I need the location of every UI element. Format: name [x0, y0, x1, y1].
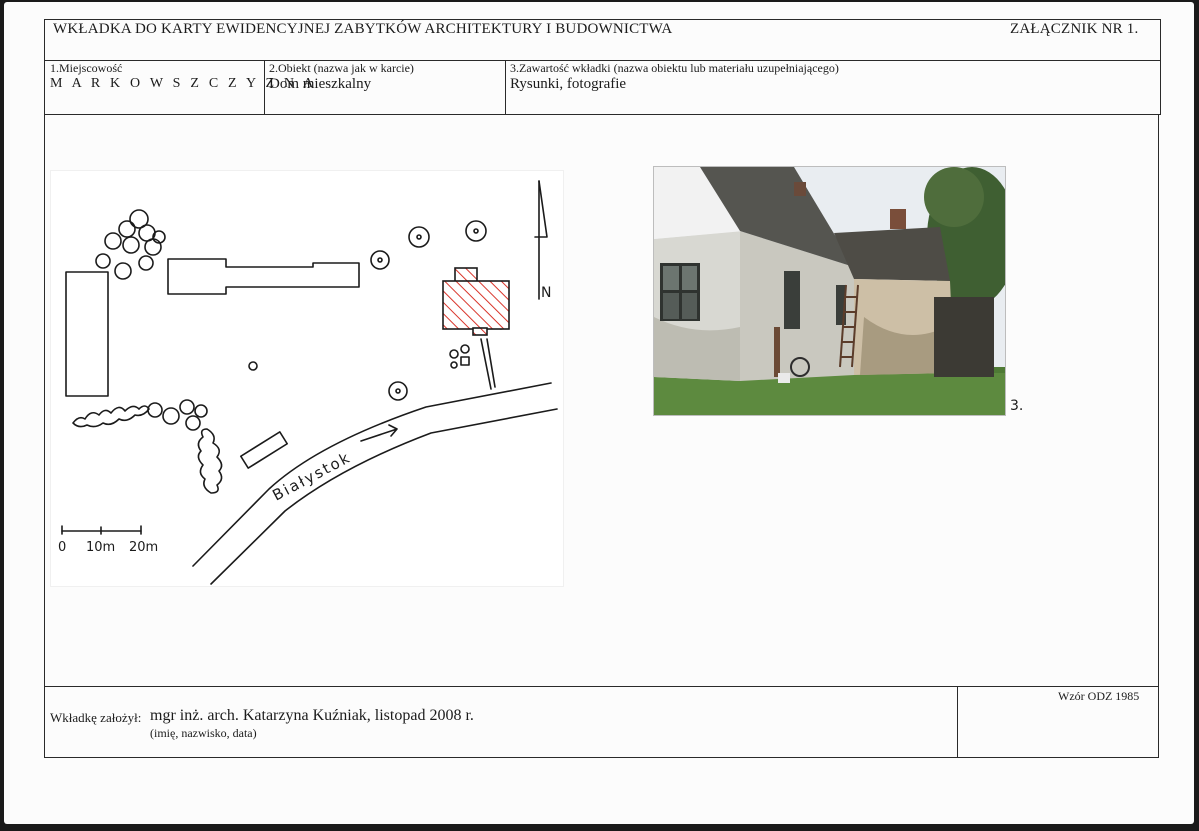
- scale-label-0: 0: [58, 540, 66, 555]
- hedge-vertical-icon: [197, 428, 223, 494]
- barn-building: [65, 271, 109, 397]
- document-title: WKŁADKA DO KARTY EWIDENCYJNEJ ZABYTKÓW A…: [53, 21, 673, 37]
- small-shed: [239, 431, 289, 469]
- north-label: N: [541, 285, 551, 301]
- road-direction-arrow: [360, 424, 398, 442]
- tree-cluster-icon: [95, 209, 166, 280]
- house-photograph: [653, 166, 1006, 416]
- footer-sep: [957, 686, 958, 758]
- outbuilding: [167, 258, 360, 295]
- locality-label: 1.Miejscowość: [50, 61, 123, 75]
- created-by-label: Wkładkę założył:: [50, 710, 142, 725]
- object-label: 2.Obiekt (nazwa jak w karcie): [269, 61, 414, 75]
- hedge-row-icon: [72, 405, 150, 428]
- frame-right-upper: [1160, 19, 1161, 115]
- road-edge-upper: [192, 382, 552, 567]
- house-photo-image: [654, 167, 1005, 415]
- form-model: Wzór ODZ 1985: [1058, 689, 1140, 703]
- created-by-value: mgr inż. arch. Katarzyna Kuźniak, listop…: [150, 707, 474, 724]
- scale-label-10: 10m: [86, 540, 115, 555]
- frame-left: [44, 19, 45, 758]
- field-sep-2: [505, 60, 506, 115]
- frame-top: [44, 19, 1161, 20]
- road-edge-lower: [210, 408, 558, 585]
- fields-divider: [44, 114, 1161, 115]
- content-value: Rysunki, fotografie: [510, 76, 627, 92]
- scale-label-20: 20m: [129, 540, 158, 555]
- road-label: Białystok: [269, 448, 354, 504]
- scale-bar-icon: [61, 525, 142, 535]
- site-plan-sketch: N Białystok 0 10m 20m: [50, 170, 564, 587]
- north-arrow-icon: [534, 180, 548, 300]
- object-value: Dom mieszkalny: [269, 76, 372, 92]
- footer-bottom: [44, 757, 1159, 758]
- footer-top: [44, 686, 1159, 687]
- attachment-number: ZAŁĄCZNIK NR 1.: [1010, 21, 1139, 37]
- frame-right-lower: [1158, 115, 1159, 758]
- created-by-caption: (imię, nazwisko, data): [150, 726, 257, 740]
- site-plan-drawing: N Białystok 0 10m 20m: [58, 180, 558, 585]
- content-label: 3.Zawartość wkładki (nazwa obiektu lub m…: [510, 61, 839, 75]
- main-house-hatched: [442, 267, 510, 336]
- photo-number: 3.: [1010, 398, 1024, 414]
